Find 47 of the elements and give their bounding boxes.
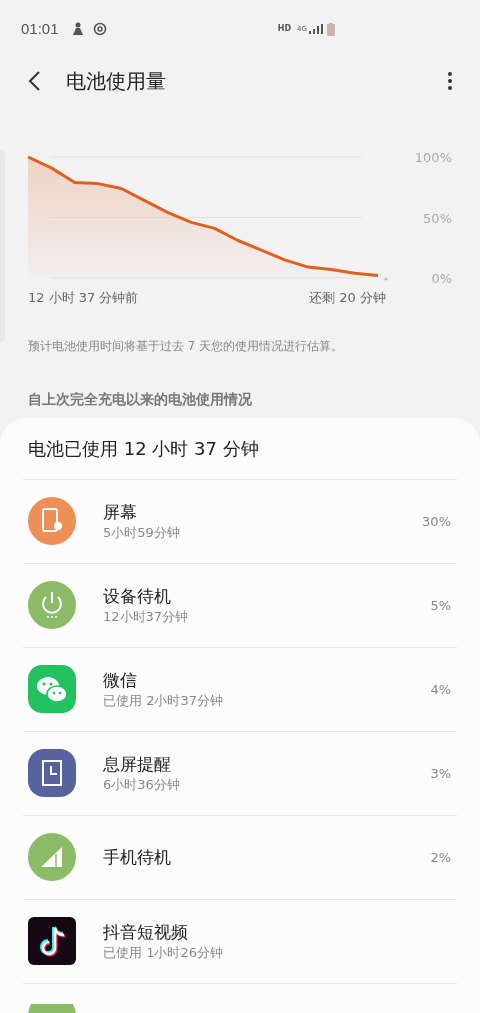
end-dot <box>384 277 388 281</box>
sync-icon <box>92 22 107 36</box>
remaining-time-label: 还剩 20 分钟 <box>309 289 386 307</box>
more-icon <box>448 72 452 90</box>
chat-bubbles-icon <box>28 665 76 714</box>
app-name: 设备待机 <box>103 585 172 609</box>
app-usage-time: 已使用 1小时26分钟 <box>103 944 224 963</box>
app-icon <box>28 1003 76 1013</box>
usage-percent: 3% <box>430 764 452 783</box>
music-note-icon <box>28 917 76 966</box>
signal-bars-icon <box>309 24 323 34</box>
back-icon <box>28 71 40 91</box>
person-icon <box>70 22 85 36</box>
app-name: 息屏提醒 <box>103 753 172 777</box>
estimate-note: 预计电池使用时间将基于过去 7 天您的使用情况进行估算。 <box>27 337 344 355</box>
axis-label: 50% <box>423 210 452 226</box>
app-row[interactable]: 手机待机 2% <box>23 815 457 900</box>
battery-icon <box>327 22 335 36</box>
usage-percent: 2% <box>430 848 452 867</box>
app-name: 手机待机 <box>103 846 172 870</box>
start-time-label: 12 小时 37 分钟前 <box>28 289 139 307</box>
app-name: 屏幕 <box>103 501 138 525</box>
power-icon <box>28 581 76 630</box>
app-row[interactable]: 设备待机 12小时37分钟 5% <box>23 563 457 648</box>
axis-label: 100% <box>414 150 452 165</box>
usage-percent: 30% <box>422 512 452 531</box>
app-row[interactable]: 屏幕 5小时59分钟 30% <box>23 479 457 564</box>
hd-indicator: HD <box>277 23 292 35</box>
usage-percent: 4% <box>430 680 452 699</box>
signal-icon <box>28 833 76 882</box>
app-name: 抖音短视频 <box>103 921 189 945</box>
clock-screen-icon <box>28 749 76 798</box>
phone-settings-icon <box>28 497 76 546</box>
usage-total: 电池已使用 12 小时 37 分钟 <box>27 436 259 461</box>
section-title: 自上次完全充电以来的电池使用情况 <box>27 389 253 409</box>
app-row[interactable]: 微信 已使用 2小时37分钟 4% <box>23 647 457 732</box>
app-usage-time: 6小时36分钟 <box>103 776 181 795</box>
usage-percent: 5% <box>430 596 452 615</box>
status-time: 01:01 <box>21 18 59 39</box>
app-usage-time: 5小时59分钟 <box>103 524 181 543</box>
app-name: 微信 <box>103 669 138 693</box>
app-row[interactable]: 息屏提醒 6小时36分钟 3% <box>23 731 457 816</box>
app-usage-time: 12小时37分钟 <box>103 608 190 627</box>
page-title: 电池使用量 <box>66 68 166 95</box>
app-usage-time: 已使用 2小时37分钟 <box>103 692 224 711</box>
axis-label: 0% <box>431 271 452 286</box>
app-row[interactable]: 抖音短视频 已使用 1小时26分钟 <box>23 899 457 984</box>
